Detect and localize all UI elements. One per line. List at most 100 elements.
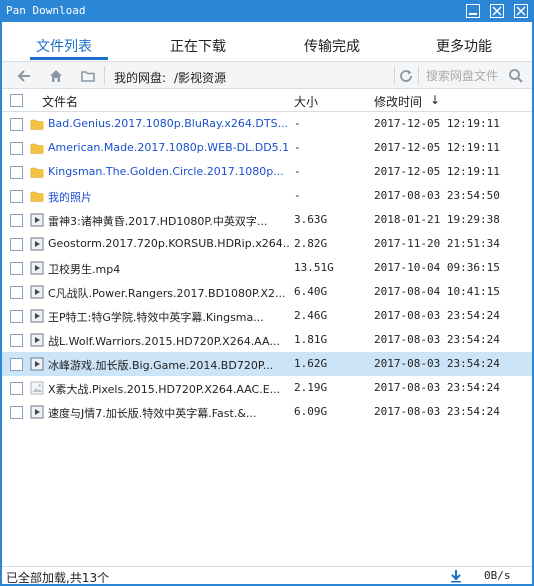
toolbar-divider	[418, 66, 419, 85]
row-checkbox[interactable]	[10, 166, 23, 179]
refresh-icon[interactable]	[398, 68, 414, 84]
file-name: C凡战队.Power.Rangers.2017.BD1080P.X2...	[48, 287, 286, 300]
file-name[interactable]: 我的照片	[48, 189, 290, 205]
row-checkbox[interactable]	[10, 382, 23, 395]
app-window: Pan Download 文件列表 正在下载 传输完成 更多功能 我的网盘: /…	[0, 0, 534, 586]
file-size: 1.81G	[294, 333, 328, 346]
select-all-checkbox[interactable]	[10, 94, 23, 107]
file-name[interactable]: Bad.Genius.2017.1080p.BluRay.x264.DTS...	[48, 117, 290, 130]
video-file-icon	[30, 405, 44, 419]
row-checkbox[interactable]	[10, 358, 23, 371]
table-row[interactable]: Kingsman.The.Golden.Circle.2017.1080p...…	[2, 160, 532, 184]
tab-completed[interactable]: 传输完成	[304, 36, 360, 56]
file-name: 战L.Wolf.Warriors.2015.HD720P.X264.AA...	[48, 335, 280, 348]
row-checkbox[interactable]	[10, 286, 23, 299]
file-modified-time: 2017-12-05 12:19:11	[374, 117, 500, 130]
row-checkbox[interactable]	[10, 238, 23, 251]
table-row[interactable]: Bad.Genius.2017.1080p.BluRay.x264.DTS...…	[2, 112, 532, 136]
close-icon	[516, 6, 526, 16]
folder-icon	[30, 191, 44, 202]
row-checkbox[interactable]	[10, 142, 23, 155]
file-modified-time: 2017-12-05 12:19:11	[374, 165, 500, 178]
row-checkbox[interactable]	[10, 406, 23, 419]
file-name: Geostorm.2017.720p.KORSUB.HDRip.x264...	[48, 237, 290, 250]
file-modified-time: 2018-01-21 19:29:38	[374, 213, 500, 226]
file-size: -	[294, 117, 301, 130]
close-x-icon	[492, 6, 502, 16]
table-row[interactable]: 战L.Wolf.Warriors.2015.HD720P.X264.AA... 1…	[2, 328, 532, 352]
file-modified-time: 2017-08-03 23:54:24	[374, 357, 500, 370]
row-checkbox[interactable]	[10, 118, 23, 131]
active-tab-indicator	[30, 57, 108, 60]
file-name: 速度与J情7.加长版.特效中英字幕.Fast.&...	[48, 407, 257, 420]
file-size: 2.46G	[294, 309, 328, 322]
folder-icon	[30, 143, 44, 154]
status-bar: 已全部加载,共13个 0B/s	[2, 566, 532, 585]
folder-icon	[30, 119, 44, 130]
row-checkbox[interactable]	[10, 262, 23, 275]
file-size: 13.51G	[294, 261, 334, 274]
file-size: -	[294, 165, 301, 178]
table-row[interactable]: American.Made.2017.1080p.WEB-DL.DD5.1...…	[2, 136, 532, 160]
table-row[interactable]: Geostorm.2017.720p.KORSUB.HDRip.x264... 2…	[2, 232, 532, 256]
row-checkbox[interactable]	[10, 214, 23, 227]
sort-down-icon[interactable]: ↓	[430, 93, 440, 107]
file-modified-time: 2017-08-04 10:41:15	[374, 285, 500, 298]
file-size: 6.09G	[294, 405, 328, 418]
table-row[interactable]: X素大战.Pixels.2015.HD720P.X264.AAC.E... 2.1…	[2, 376, 532, 400]
video-file-icon	[30, 285, 44, 299]
minimize-button[interactable]	[466, 4, 480, 18]
video-file-icon	[30, 261, 44, 275]
row-checkbox[interactable]	[10, 334, 23, 347]
table-row[interactable]: 速度与J情7.加长版.特效中英字幕.Fast.&... 6.09G 2017-08-…	[2, 400, 532, 424]
file-name[interactable]: Kingsman.The.Golden.Circle.2017.1080p...	[48, 165, 290, 178]
status-text: 已全部加载,共13个	[6, 571, 110, 585]
row-checkbox[interactable]	[10, 310, 23, 323]
file-name: 王P特工:特G学院.特效中英字幕.Kingsma...	[48, 311, 264, 324]
file-modified-time: 2017-12-05 12:19:11	[374, 141, 500, 154]
file-name[interactable]: American.Made.2017.1080p.WEB-DL.DD5.1...	[48, 141, 290, 154]
video-file-icon	[30, 213, 44, 227]
file-modified-time: 2017-08-03 23:54:50	[374, 189, 500, 202]
file-name: 雷神3:诸神黄昏.2017.HD1080P.中英双字...	[48, 215, 268, 228]
table-row[interactable]: 王P特工:特G学院.特效中英字幕.Kingsma... 2.46G 2017-08-…	[2, 304, 532, 328]
title-bar[interactable]: Pan Download	[0, 0, 534, 22]
folder-outline-icon[interactable]	[80, 68, 96, 84]
file-name: 冰峰游戏.加长版.Big.Game.2014.BD720P...	[48, 359, 274, 372]
table-row[interactable]: 我的照片 - 2017-08-03 23:54:50	[2, 184, 532, 208]
toolbar-divider	[104, 66, 105, 85]
file-size: 2.82G	[294, 237, 328, 250]
column-header-date[interactable]: 修改时间	[374, 93, 422, 110]
video-file-icon	[30, 333, 44, 347]
tab-downloading[interactable]: 正在下载	[170, 36, 226, 56]
path-label: 我的网盘:	[114, 71, 167, 85]
tab-file-list[interactable]: 文件列表	[36, 36, 92, 56]
tab-more-features[interactable]: 更多功能	[436, 36, 492, 56]
close-button[interactable]	[514, 4, 528, 18]
table-header: 文件名 大小 修改时间 ↓	[2, 89, 532, 112]
home-icon[interactable]	[48, 68, 64, 84]
file-modified-time: 2017-08-03 23:54:24	[374, 309, 500, 322]
video-file-icon	[30, 237, 44, 251]
folder-icon	[30, 167, 44, 178]
file-name: X素大战.Pixels.2015.HD720P.X264.AAC.E...	[48, 383, 281, 396]
file-modified-time: 2017-08-03 23:54:24	[374, 405, 500, 418]
table-row[interactable]: 卫校男生.mp4 13.51G 2017-10-04 09:36:15	[2, 256, 532, 280]
file-modified-time: 2017-10-04 09:36:15	[374, 261, 500, 274]
column-header-size[interactable]: 大小	[294, 93, 318, 110]
settings-button[interactable]	[490, 4, 504, 18]
row-checkbox[interactable]	[10, 190, 23, 203]
toolbar-divider	[394, 66, 395, 85]
toolbar: 我的网盘: /影视资源	[2, 62, 532, 89]
search-icon[interactable]	[508, 68, 524, 84]
main-panel: 文件列表 正在下载 传输完成 更多功能 我的网盘: /影视资源 搜索网盘文件 文…	[2, 22, 532, 585]
table-row[interactable]: 雷神3:诸神黄昏.2017.HD1080P.中英双字... 3.63G 2018-0…	[2, 208, 532, 232]
table-row[interactable]: C凡战队.Power.Rangers.2017.BD1080P.X2... 6.4…	[2, 280, 532, 304]
tab-bar: 文件列表 正在下载 传输完成 更多功能	[2, 22, 532, 62]
column-header-name[interactable]: 文件名	[42, 93, 78, 110]
file-size: 6.40G	[294, 285, 328, 298]
file-size: 3.63G	[294, 213, 328, 226]
back-arrow-icon[interactable]	[16, 68, 32, 84]
table-row[interactable]: 冰峰游戏.加长版.Big.Game.2014.BD720P... 1.62G 201…	[2, 352, 532, 376]
path-value: /影视资源	[174, 71, 227, 85]
